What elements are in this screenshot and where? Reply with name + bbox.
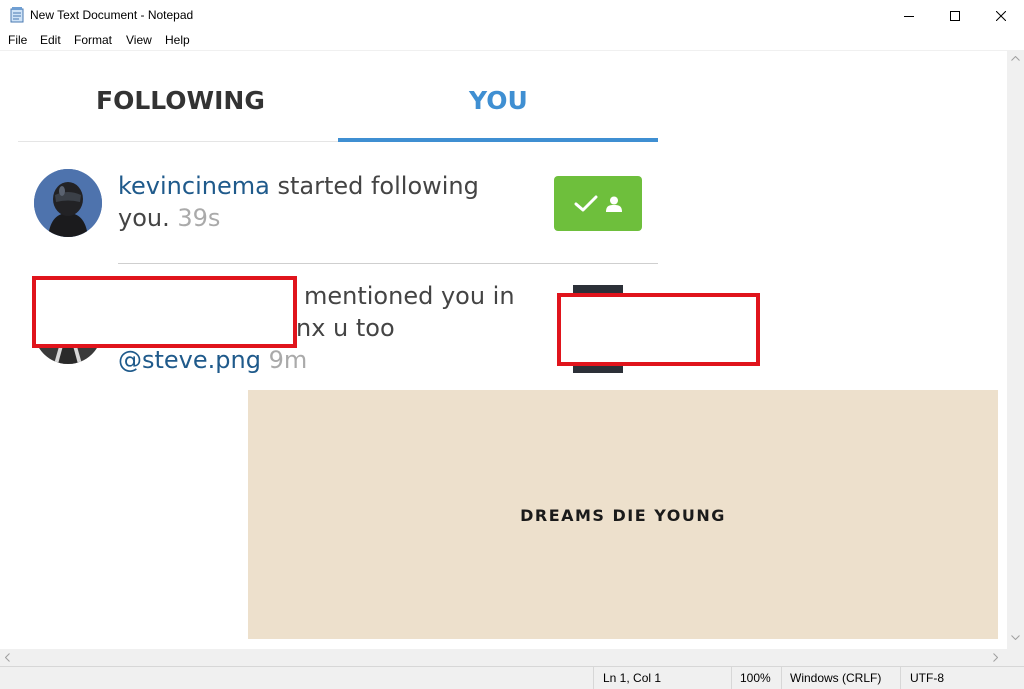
notification-action-cont: you. [118, 204, 170, 232]
minimize-icon [904, 15, 914, 17]
timestamp: 39s [177, 204, 221, 232]
user-icon [606, 196, 622, 212]
zoom-level: 100% [740, 671, 771, 685]
timestamp: 9m [268, 346, 308, 374]
scroll-right-icon[interactable] [993, 653, 998, 662]
close-icon [996, 10, 1006, 21]
scroll-down-icon[interactable] [1011, 635, 1020, 640]
active-tab-indicator [338, 138, 658, 142]
check-icon [574, 195, 598, 211]
window-title: New Text Document - Notepad [30, 8, 194, 22]
horizontal-scrollbar[interactable] [0, 649, 1007, 666]
line-ending: Windows (CRLF) [790, 671, 882, 685]
divider [118, 263, 658, 264]
status-bar: Ln 1, Col 1 100% Windows (CRLF) UTF-8 [0, 666, 1024, 689]
maximize-icon [950, 10, 960, 21]
avatar[interactable] [34, 169, 102, 237]
minimize-button[interactable] [886, 0, 932, 31]
scrollbar-corner [1007, 649, 1024, 666]
scroll-left-icon[interactable] [5, 653, 10, 662]
notification-text: mentioned you in [304, 282, 515, 310]
encoding: UTF-8 [910, 671, 944, 685]
activity-tabs: FOLLOWING YOU [18, 50, 658, 142]
redaction-box [32, 276, 297, 348]
status-separator [593, 667, 594, 689]
title-bar: New Text Document - Notepad [0, 0, 1024, 31]
avatar-image [34, 169, 102, 237]
notification-action: started following [269, 172, 479, 200]
scroll-up-icon[interactable] [1011, 56, 1020, 61]
cursor-position: Ln 1, Col 1 [603, 671, 662, 685]
banner-title: DREAMS DIE YOUNG [520, 506, 726, 525]
status-separator [731, 667, 732, 689]
notification-text: kevincinema started following [118, 170, 479, 202]
status-separator [781, 667, 782, 689]
notification-text-line2: nx u too [296, 314, 395, 342]
mention-link[interactable]: @steve.png [118, 346, 261, 374]
tab-following[interactable]: FOLLOWING [96, 86, 265, 115]
username-link[interactable]: kevincinema [118, 172, 270, 200]
vertical-scrollbar[interactable] [1007, 50, 1024, 649]
menu-bar: File Edit Format View Help [0, 31, 1024, 50]
close-button[interactable] [978, 0, 1024, 31]
notification-text-line2: you. 39s [118, 202, 220, 234]
banner-image: DREAMS DIE YOUNG [248, 390, 998, 639]
following-button[interactable] [554, 176, 642, 231]
menu-file[interactable]: File [8, 33, 27, 47]
tab-you[interactable]: YOU [469, 86, 528, 115]
menu-view[interactable]: View [126, 33, 152, 47]
maximize-button[interactable] [932, 0, 978, 31]
menu-edit[interactable]: Edit [40, 33, 61, 47]
notepad-icon [10, 7, 24, 23]
notification-text-line3: @steve.png 9m [118, 344, 307, 376]
status-separator [900, 667, 901, 689]
menu-format[interactable]: Format [74, 33, 112, 47]
menu-help[interactable]: Help [165, 33, 190, 47]
redaction-box [557, 293, 760, 366]
